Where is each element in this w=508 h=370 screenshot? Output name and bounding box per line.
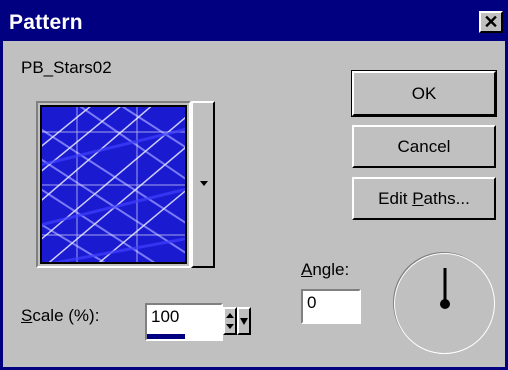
angle-input[interactable]: 0 xyxy=(301,289,361,324)
chevron-down-icon xyxy=(200,181,208,186)
angle-label: Angle: xyxy=(301,260,350,279)
angle-dial[interactable] xyxy=(394,253,495,354)
cancel-button[interactable]: Cancel xyxy=(352,125,496,168)
ok-label: OK xyxy=(411,84,437,103)
pattern-dropdown-button[interactable] xyxy=(191,101,215,268)
close-button[interactable]: ✕ xyxy=(479,11,503,33)
angle-value: 0 xyxy=(307,293,317,312)
edit-paths-button[interactable]: Edit Paths... xyxy=(352,177,496,220)
pattern-swatch xyxy=(40,105,187,264)
arrow-up-icon xyxy=(226,313,234,329)
arrow-down-icon xyxy=(240,318,248,325)
pattern-preview[interactable] xyxy=(36,101,191,268)
cancel-label: Cancel xyxy=(397,137,451,156)
scale-input[interactable]: 100 xyxy=(145,303,223,341)
title-bar[interactable]: Pattern ✕ xyxy=(3,3,505,41)
pattern-texture xyxy=(42,107,185,262)
pattern-dialog: Pattern ✕ PB_Stars02 OK Cancel Edit Path… xyxy=(0,0,508,370)
scale-value: 100 xyxy=(151,307,180,326)
scale-spin-arrow[interactable] xyxy=(237,307,251,335)
pattern-name-label: PB_Stars02 xyxy=(21,58,112,77)
angle-needle xyxy=(440,268,450,309)
scale-progress xyxy=(147,334,185,339)
ok-button[interactable]: OK xyxy=(351,70,497,117)
scale-label: Scale (%): xyxy=(21,306,100,325)
scale-spin-up-down[interactable] xyxy=(223,307,237,335)
edit-paths-label: Edit Paths... xyxy=(378,189,470,208)
close-icon: ✕ xyxy=(483,12,499,32)
dialog-title: Pattern xyxy=(9,11,83,34)
